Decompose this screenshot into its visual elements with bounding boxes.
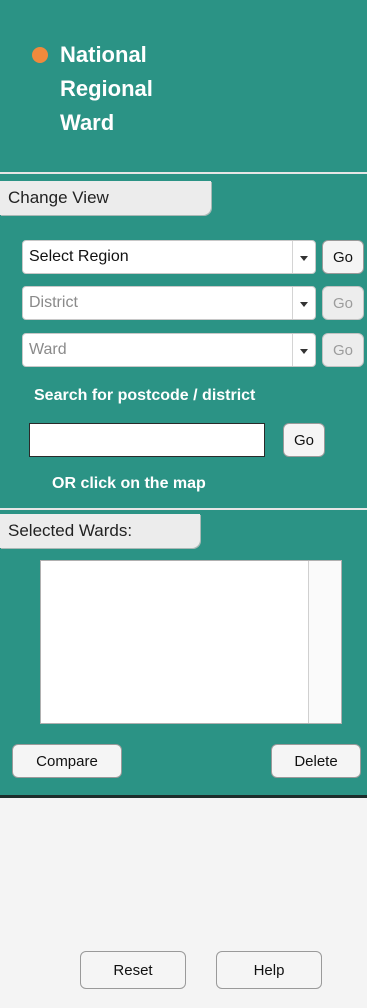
region-dropdown-arrow-icon[interactable]	[292, 241, 315, 273]
district-go-button[interactable]: Go	[322, 286, 364, 320]
click-map-label: OR click on the map	[52, 475, 206, 492]
reset-button[interactable]: Reset	[80, 951, 186, 989]
active-level-dot-icon	[32, 47, 48, 63]
ward-select-value: Ward	[29, 341, 67, 358]
district-dropdown-arrow-icon[interactable]	[292, 287, 315, 319]
region-select-value: Select Region	[29, 248, 129, 265]
search-go-button[interactable]: Go	[283, 423, 325, 457]
region-go-button[interactable]: Go	[322, 240, 364, 274]
ward-go-button[interactable]: Go	[322, 333, 364, 367]
change-view-tab: Change View	[0, 181, 211, 215]
level-ward-label: Ward	[60, 110, 115, 135]
district-select-value: District	[29, 294, 78, 311]
level-national-label: National	[60, 42, 147, 67]
postcode-search-input[interactable]	[29, 423, 265, 457]
district-select[interactable]: District	[22, 286, 316, 320]
selected-wards-list[interactable]	[40, 560, 342, 724]
ward-select[interactable]: Ward	[22, 333, 316, 367]
selected-wards-tab: Selected Wards:	[0, 514, 200, 548]
region-select[interactable]: Select Region	[22, 240, 316, 274]
selected-wards-scrollbar[interactable]	[308, 561, 341, 723]
level-national[interactable]: National	[32, 42, 147, 68]
level-regional-label: Regional	[60, 76, 153, 101]
ward-dropdown-arrow-icon[interactable]	[292, 334, 315, 366]
help-button[interactable]: Help	[216, 951, 322, 989]
search-label: Search for postcode / district	[34, 387, 256, 404]
delete-button[interactable]: Delete	[271, 744, 361, 778]
level-panel: National Regional Ward	[0, 0, 367, 174]
compare-button[interactable]: Compare	[12, 744, 122, 778]
level-regional[interactable]: Regional	[60, 76, 153, 102]
level-ward[interactable]: Ward	[60, 110, 114, 136]
